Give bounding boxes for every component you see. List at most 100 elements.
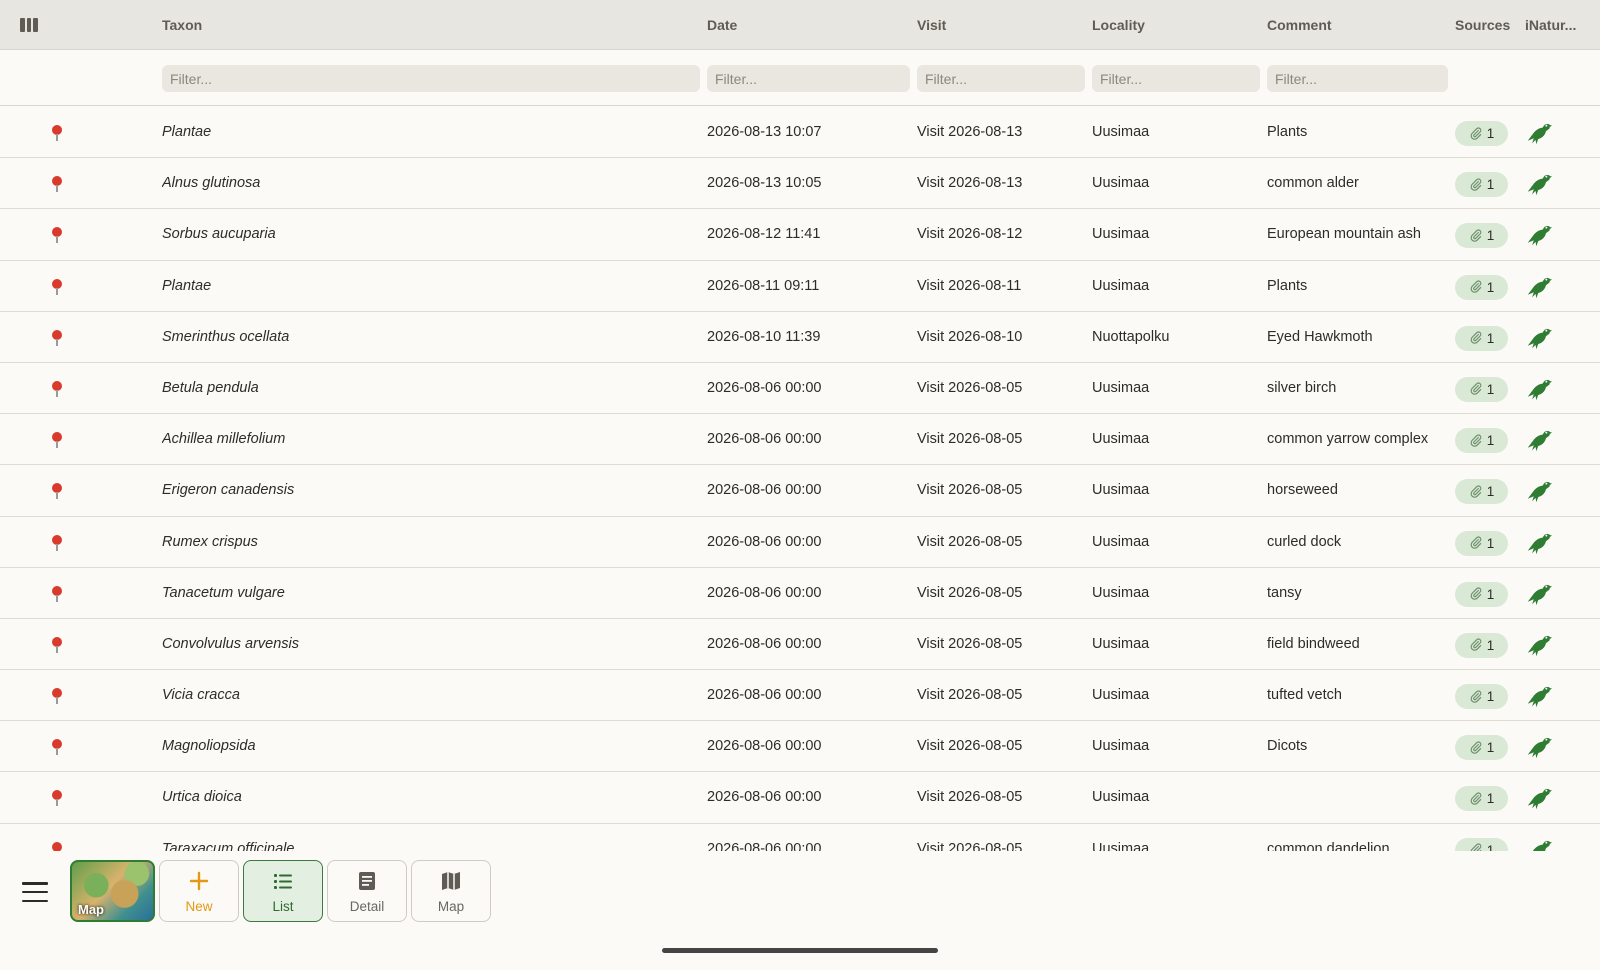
taxon-cell: Plantae: [162, 277, 212, 294]
table-row[interactable]: Betula pendula 2026-08-06 00:00 Visit 20…: [0, 362, 1600, 415]
visit-cell: Visit 2026-08-05: [917, 533, 1023, 550]
inaturalist-bird-icon[interactable]: [1525, 120, 1553, 146]
sources-count: 1: [1486, 433, 1495, 449]
inaturalist-bird-icon[interactable]: [1525, 427, 1553, 453]
sources-badge[interactable]: 1: [1455, 632, 1508, 658]
map-pin-icon[interactable]: [50, 278, 64, 295]
inaturalist-bird-icon[interactable]: [1525, 478, 1553, 504]
sources-badge[interactable]: 1: [1455, 837, 1508, 851]
inaturalist-bird-icon[interactable]: [1525, 837, 1553, 851]
map-pin-icon[interactable]: [50, 227, 64, 244]
map-pin-icon[interactable]: [50, 329, 64, 346]
table-row[interactable]: Urtica dioica 2026-08-06 00:00 Visit 202…: [0, 772, 1600, 824]
table-row[interactable]: Convolvulus arvensis 2026-08-06 00:00 Vi…: [0, 618, 1600, 671]
inaturalist-bird-icon[interactable]: [1525, 171, 1553, 197]
sources-badge[interactable]: 1: [1455, 121, 1508, 146]
locality-filter-input[interactable]: [1092, 65, 1260, 92]
column-header-locality[interactable]: Locality: [1092, 0, 1145, 50]
map-pin-icon[interactable]: [50, 380, 64, 397]
sources-badge[interactable]: 1: [1455, 479, 1508, 505]
column-header-inaturalist[interactable]: iNatur...: [1525, 0, 1576, 50]
map-thumbnail-button[interactable]: Map: [70, 860, 155, 922]
locality-cell: Uusimaa: [1092, 175, 1150, 192]
map-pin-icon[interactable]: [50, 688, 64, 705]
taxon-filter-input[interactable]: [162, 65, 700, 92]
table-row[interactable]: Plantae 2026-08-13 10:07 Visit 2026-08-1…: [0, 107, 1600, 159]
inaturalist-bird-icon[interactable]: [1525, 683, 1553, 709]
sources-badge[interactable]: 1: [1455, 786, 1508, 812]
sources-badge[interactable]: 1: [1455, 735, 1508, 761]
map-pin-icon[interactable]: [50, 636, 64, 653]
sources-badge[interactable]: 1: [1455, 172, 1508, 198]
locality-cell: Uusimaa: [1092, 738, 1150, 755]
paperclip-icon: [1470, 382, 1482, 396]
column-header-sources[interactable]: Sources: [1455, 0, 1510, 50]
map-pin-icon[interactable]: [50, 176, 64, 193]
date-filter-input[interactable]: [707, 65, 910, 92]
map-pin-icon[interactable]: [50, 432, 64, 449]
map-pin-icon[interactable]: [50, 790, 64, 807]
inaturalist-bird-icon[interactable]: [1525, 376, 1553, 402]
table-row[interactable]: Alnus glutinosa 2026-08-13 10:05 Visit 2…: [0, 158, 1600, 210]
inaturalist-bird-icon[interactable]: [1525, 530, 1553, 556]
inaturalist-bird-icon[interactable]: [1525, 325, 1553, 351]
column-header-date[interactable]: Date: [707, 0, 737, 50]
comment-cell: common yarrow complex: [1267, 431, 1429, 448]
sources-badge[interactable]: 1: [1455, 428, 1508, 454]
table-row[interactable]: Erigeron canadensis 2026-08-06 00:00 Vis…: [0, 465, 1600, 517]
sources-badge[interactable]: 1: [1455, 223, 1508, 249]
visit-filter-input[interactable]: [917, 65, 1085, 92]
inaturalist-bird-icon[interactable]: [1525, 274, 1553, 300]
table-row[interactable]: Tanacetum vulgare 2026-08-06 00:00 Visit…: [0, 567, 1600, 619]
list-button[interactable]: List: [243, 860, 323, 922]
inaturalist-bird-icon[interactable]: [1525, 632, 1553, 658]
sources-badge[interactable]: 1: [1455, 274, 1508, 300]
sources-badge[interactable]: 1: [1455, 376, 1508, 402]
map-pin-icon[interactable]: [50, 841, 64, 851]
view-columns-icon[interactable]: [20, 18, 39, 32]
map-pin-icon[interactable]: [50, 585, 64, 602]
map-button[interactable]: Map: [411, 860, 491, 922]
visit-cell: Visit 2026-08-10: [917, 328, 1023, 345]
table-row[interactable]: Vicia cracca 2026-08-06 00:00 Visit 2026…: [0, 670, 1600, 722]
paperclip-icon: [1470, 587, 1482, 600]
table-row[interactable]: Magnoliopsida 2026-08-06 00:00 Visit 202…: [0, 721, 1600, 773]
observations-app: Taxon Date Visit Locality Comment Source…: [0, 0, 1600, 970]
column-header-taxon[interactable]: Taxon: [162, 0, 202, 50]
map-thumbnail-label: Map: [78, 902, 104, 917]
inaturalist-bird-icon[interactable]: [1525, 222, 1553, 248]
table-row[interactable]: Rumex crispus 2026-08-06 00:00 Visit 202…: [0, 516, 1600, 568]
detail-button[interactable]: Detail: [327, 860, 407, 922]
home-indicator[interactable]: [662, 948, 938, 953]
sources-count: 1: [1486, 637, 1495, 653]
visit-cell: Visit 2026-08-11: [917, 277, 1022, 294]
table-row[interactable]: Taraxacum officinale 2026-08-06 00:00 Vi…: [0, 823, 1600, 851]
table-row[interactable]: Smerinthus ocellata 2026-08-10 11:39 Vis…: [0, 311, 1600, 363]
inaturalist-bird-icon[interactable]: [1525, 581, 1553, 607]
column-header-comment[interactable]: Comment: [1267, 0, 1332, 50]
column-header-visit[interactable]: Visit: [917, 0, 946, 50]
paperclip-icon: [1470, 792, 1482, 805]
map-pin-icon[interactable]: [50, 483, 64, 500]
date-cell: 2026-08-06 00:00: [707, 379, 822, 396]
table-row[interactable]: Sorbus aucuparia 2026-08-12 11:41 Visit …: [0, 209, 1600, 261]
table-row[interactable]: Achillea millefolium 2026-08-06 00:00 Vi…: [0, 414, 1600, 466]
inaturalist-bird-icon[interactable]: [1525, 734, 1553, 760]
sources-badge[interactable]: 1: [1455, 581, 1508, 607]
table-row[interactable]: Plantae 2026-08-11 09:11 Visit 2026-08-1…: [0, 260, 1600, 312]
sources-badge[interactable]: 1: [1455, 530, 1508, 556]
inaturalist-bird-icon[interactable]: [1525, 785, 1553, 811]
map-pin-icon[interactable]: [50, 534, 64, 551]
comment-cell: Plants: [1267, 277, 1308, 294]
map-pin-icon[interactable]: [50, 739, 64, 756]
comment-cell: silver birch: [1267, 379, 1337, 396]
paperclip-icon: [1470, 229, 1482, 242]
document-icon: [359, 871, 375, 890]
sources-badge[interactable]: 1: [1455, 684, 1508, 710]
new-button[interactable]: New: [159, 860, 239, 922]
sources-count: 1: [1486, 330, 1495, 346]
comment-filter-input[interactable]: [1267, 65, 1448, 92]
map-pin-icon[interactable]: [50, 125, 64, 141]
sources-badge[interactable]: 1: [1455, 325, 1508, 351]
menu-icon[interactable]: [22, 882, 48, 902]
